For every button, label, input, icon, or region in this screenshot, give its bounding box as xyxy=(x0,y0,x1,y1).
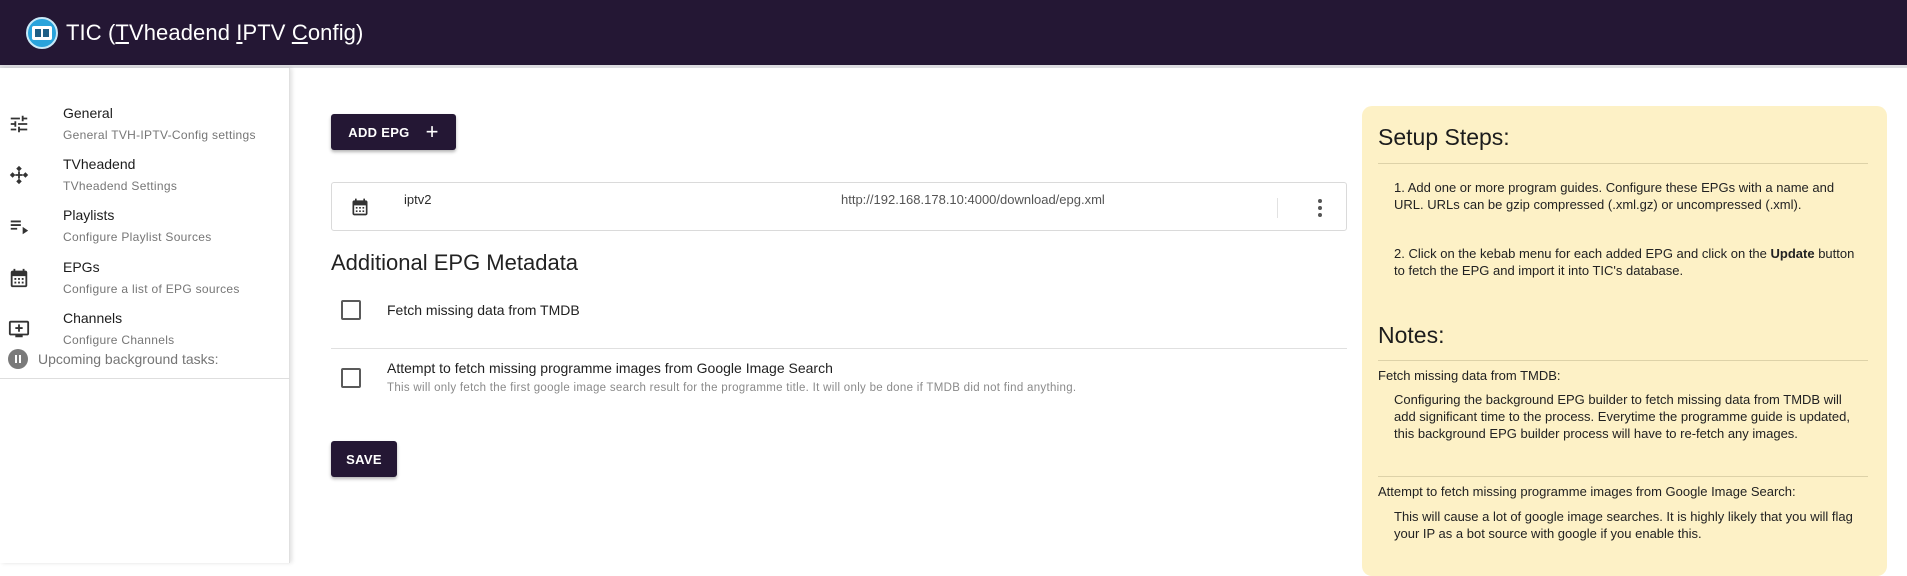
help-panel: Setup Steps: 1. Add one or more program … xyxy=(1362,106,1887,576)
sidebar-item-title: Playlists xyxy=(63,207,115,223)
save-button[interactable]: SAVE xyxy=(331,441,397,477)
plus-icon: + xyxy=(425,119,439,144)
add-epg-button[interactable]: ADD EPG + xyxy=(331,114,456,150)
divider xyxy=(1277,198,1278,218)
sidebar-item-subtitle: TVheadend Settings xyxy=(63,179,178,193)
background-tasks-label: Upcoming background tasks: xyxy=(38,351,219,367)
help-divider xyxy=(1378,163,1868,164)
kebab-menu-icon[interactable] xyxy=(1310,198,1330,218)
setup-step-2: 2. Click on the kebab menu for each adde… xyxy=(1394,246,1855,278)
section-title: Additional EPG Metadata xyxy=(331,250,579,275)
calendar-icon xyxy=(10,268,28,288)
note-1-label: Fetch missing data from TMDB: xyxy=(1378,368,1561,383)
sidebar-item-title: Channels xyxy=(63,310,123,326)
note-2-label: Attempt to fetch missing programme image… xyxy=(1378,484,1796,499)
google-images-checkbox[interactable] xyxy=(341,368,361,388)
help-divider xyxy=(1378,476,1868,477)
fetch-tmdb-checkbox[interactable] xyxy=(341,300,361,320)
note-2-text: This will cause a lot of google image se… xyxy=(1394,509,1853,541)
epg-url: http://192.168.178.10:4000/download/epg.… xyxy=(841,192,1105,207)
sidebar-divider xyxy=(0,378,290,379)
sidebar-item-epgs[interactable]: EPGs Configure a list of EPG sources xyxy=(0,258,290,308)
setup-steps-title: Setup Steps: xyxy=(1378,124,1510,150)
hub-icon xyxy=(9,165,29,185)
sidebar-item-general[interactable]: General General TVH-IPTV-Config settings xyxy=(0,104,290,154)
note-1-text: Configuring the background EPG builder t… xyxy=(1394,392,1850,441)
app-bar: TIC (TVheadend IPTV Config) xyxy=(0,0,1907,65)
option-divider xyxy=(331,348,1347,349)
playlist-icon xyxy=(10,220,29,235)
sidebar-item-title: TVheadend xyxy=(63,156,136,172)
notes-title: Notes: xyxy=(1378,322,1445,348)
sidebar-item-tvheadend[interactable]: TVheadend TVheadend Settings xyxy=(0,155,290,205)
epg-list-item: iptv2 http://192.168.178.10:4000/downloa… xyxy=(331,182,1347,231)
sidebar-item-subtitle: General TVH-IPTV-Config settings xyxy=(63,128,256,142)
help-divider xyxy=(1378,360,1868,361)
app-logo-icon xyxy=(26,16,58,49)
google-images-label: Attempt to fetch missing programme image… xyxy=(387,360,833,376)
calendar-icon xyxy=(352,198,368,216)
fetch-tmdb-label: Fetch missing data from TMDB xyxy=(387,302,580,318)
sidebar-item-title: EPGs xyxy=(63,259,100,275)
epg-name: iptv2 xyxy=(404,192,432,207)
sidebar-item-subtitle: Configure a list of EPG sources xyxy=(63,282,240,296)
setup-step-1: 1. Add one or more program guides. Confi… xyxy=(1394,180,1835,212)
sidebar-item-playlists[interactable]: Playlists Configure Playlist Sources xyxy=(0,206,290,256)
sidebar-nav: General General TVH-IPTV-Config settings… xyxy=(0,68,290,563)
app-title: TIC (TVheadend IPTV Config) xyxy=(66,19,364,45)
sidebar-item-subtitle: Configure Channels xyxy=(63,333,175,347)
sidebar-item-title: General xyxy=(63,105,113,121)
pause-icon[interactable] xyxy=(8,349,28,369)
add-to-queue-icon xyxy=(8,320,30,338)
background-tasks: Upcoming background tasks: xyxy=(8,349,219,369)
add-epg-label: ADD EPG xyxy=(348,124,410,140)
google-images-help: This will only fetch the first google im… xyxy=(387,382,1077,394)
save-label: SAVE xyxy=(346,451,382,467)
sidebar-item-subtitle: Configure Playlist Sources xyxy=(63,230,212,244)
tune-icon xyxy=(10,115,28,133)
